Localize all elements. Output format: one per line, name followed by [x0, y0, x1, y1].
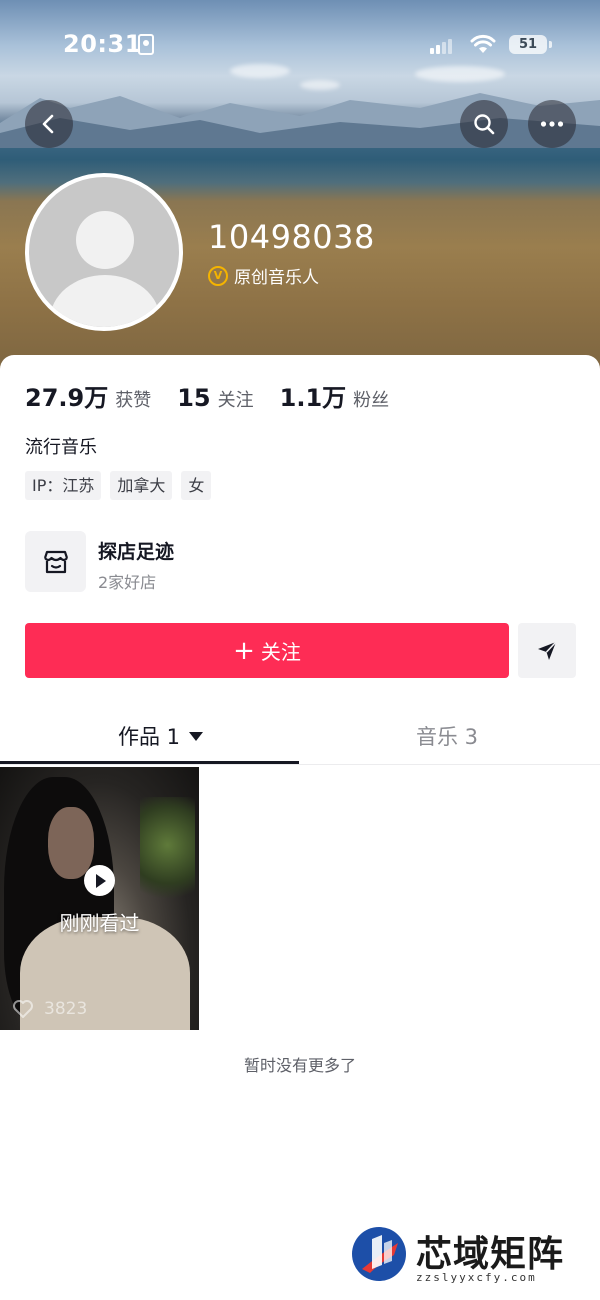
end-of-list-text: 暂时没有更多了 [243, 1056, 356, 1075]
avatar-body [50, 275, 160, 327]
stat-followers-value: 1.1万 [279, 384, 347, 412]
video-thumbnail[interactable]: 刚刚看过 3823 [0, 767, 199, 1030]
shop-title: 探店足迹 [98, 541, 175, 563]
tag-country: 加拿大 [110, 471, 173, 500]
message-button[interactable] [518, 623, 576, 678]
profile-tags: IP：江苏 加拿大 女 [25, 471, 220, 500]
avatar[interactable] [25, 173, 183, 331]
shop-subtitle: 2家好店 [98, 573, 157, 592]
watermark-logo [352, 1227, 406, 1281]
watermark-title: 芯域矩阵 [416, 1233, 565, 1275]
caret-down-icon [189, 731, 204, 741]
video-likes-count: 3823 [44, 999, 88, 1019]
search-icon [474, 114, 495, 135]
tab-works-label: 作品 1 [118, 725, 181, 749]
tag-ip-location: IP：江苏 [25, 471, 102, 500]
plus-icon: + [233, 635, 255, 666]
username: 10498038 [208, 218, 375, 256]
signal-icon [430, 38, 454, 54]
watermark: 芯域矩阵 zzslyyxcfy.com [350, 1225, 580, 1287]
tag-gender: 女 [181, 471, 212, 500]
stat-likes[interactable]: 27.9万 获赞 [25, 378, 151, 413]
verified-label[interactable]: V 原创音乐人 [208, 263, 319, 288]
back-button[interactable] [25, 100, 73, 148]
stat-following-label: 关注 [217, 390, 254, 411]
search-button[interactable] [460, 100, 508, 148]
battery-level: 51 [518, 37, 538, 52]
store-icon [43, 550, 68, 573]
follow-label: 关注 [260, 640, 301, 664]
watermark-url: zzslyyxcfy.com [416, 1271, 537, 1284]
back-icon [42, 114, 54, 134]
wifi-icon [470, 34, 496, 53]
profile-stats: 27.9万 获赞 15 关注 1.1万 粉丝 [25, 378, 415, 413]
content-tabs: 作品 1 音乐 3 [0, 707, 600, 765]
play-icon [84, 865, 115, 896]
stat-followers-label: 粉丝 [353, 390, 390, 411]
stat-likes-value: 27.9万 [25, 384, 109, 412]
verified-text: 原创音乐人 [234, 268, 319, 288]
stat-likes-label: 获赞 [115, 390, 152, 411]
stat-followers[interactable]: 1.1万 粉丝 [280, 378, 390, 413]
status-time: 20:31 [63, 30, 142, 58]
heart-icon [13, 1000, 33, 1018]
stat-following[interactable]: 15 关注 [177, 384, 253, 412]
status-bar: 20:31 51 [0, 0, 600, 90]
battery-tip [549, 41, 552, 48]
tab-music[interactable]: 音乐 3 [416, 721, 478, 751]
profile-card: 27.9万 获赞 15 关注 1.1万 粉丝 流行音乐 IP：江苏 加拿大 女 … [0, 355, 600, 1300]
send-icon [538, 640, 557, 660]
shop-visits-entry[interactable]: 探店足迹 2家好店 [25, 531, 425, 593]
battery-icon: 51 [509, 35, 547, 54]
recently-watched-label: 刚刚看过 [59, 911, 140, 935]
video-plant [140, 797, 195, 917]
follow-button[interactable]: + 关注 [25, 623, 509, 678]
shop-icon-box [25, 531, 86, 592]
more-button[interactable] [528, 100, 576, 148]
video-person-face [48, 807, 94, 879]
id-card-icon [138, 34, 154, 55]
profile-bio: 流行音乐 [25, 437, 97, 458]
tab-works[interactable]: 作品 1 [118, 721, 204, 751]
stat-following-value: 15 [177, 384, 211, 412]
more-icon [540, 121, 564, 127]
video-likes: 3823 [12, 999, 87, 1019]
active-tab-indicator [0, 761, 299, 764]
verified-icon: V [208, 265, 228, 286]
avatar-head [76, 211, 134, 269]
